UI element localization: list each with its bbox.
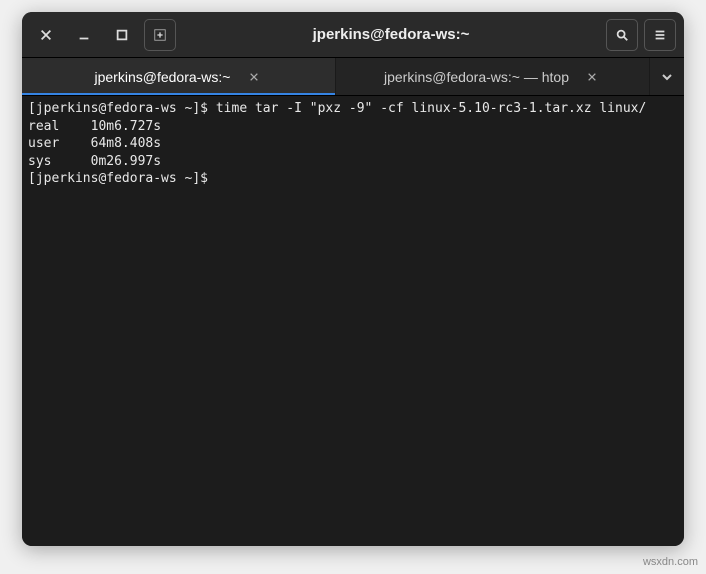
terminal-line: real 10m6.727s xyxy=(28,118,678,136)
tab-1[interactable]: jperkins@fedora-ws:~ xyxy=(22,58,336,95)
menu-button[interactable] xyxy=(644,19,676,51)
minimize-window-button[interactable] xyxy=(68,19,100,51)
new-tab-icon xyxy=(153,28,167,42)
tab-label: jperkins@fedora-ws:~ xyxy=(95,69,231,85)
terminal-line: [jperkins@fedora-ws ~]$ xyxy=(28,170,678,188)
tab-label: jperkins@fedora-ws:~ — htop xyxy=(384,69,569,85)
tab-2[interactable]: jperkins@fedora-ws:~ — htop xyxy=(336,58,650,95)
tabbar: jperkins@fedora-ws:~ jperkins@fedora-ws:… xyxy=(22,58,684,96)
titlebar: jperkins@fedora-ws:~ xyxy=(22,12,684,58)
hamburger-icon xyxy=(653,28,667,42)
window-title: jperkins@fedora-ws:~ xyxy=(182,26,600,43)
tab-close-button[interactable] xyxy=(583,68,601,86)
search-icon xyxy=(615,28,629,42)
tab-dropdown-button[interactable] xyxy=(650,58,684,95)
search-button[interactable] xyxy=(606,19,638,51)
watermark: wsxdn.com xyxy=(643,556,698,568)
close-icon xyxy=(39,28,53,42)
close-icon xyxy=(249,72,259,82)
maximize-window-button[interactable] xyxy=(106,19,138,51)
terminal-line: sys 0m26.997s xyxy=(28,153,678,171)
close-icon xyxy=(587,72,597,82)
minimize-icon xyxy=(77,28,91,42)
terminal-line: user 64m8.408s xyxy=(28,135,678,153)
tab-close-button[interactable] xyxy=(245,68,263,86)
terminal-window: jperkins@fedora-ws:~ jperkins@fedora-ws:… xyxy=(22,12,684,546)
terminal-line: [jperkins@fedora-ws ~]$ time tar -I "pxz… xyxy=(28,100,678,118)
close-window-button[interactable] xyxy=(30,19,62,51)
terminal-content[interactable]: [jperkins@fedora-ws ~]$ time tar -I "pxz… xyxy=(22,96,684,546)
maximize-icon xyxy=(115,28,129,42)
chevron-down-icon xyxy=(661,71,673,83)
new-tab-button[interactable] xyxy=(144,19,176,51)
